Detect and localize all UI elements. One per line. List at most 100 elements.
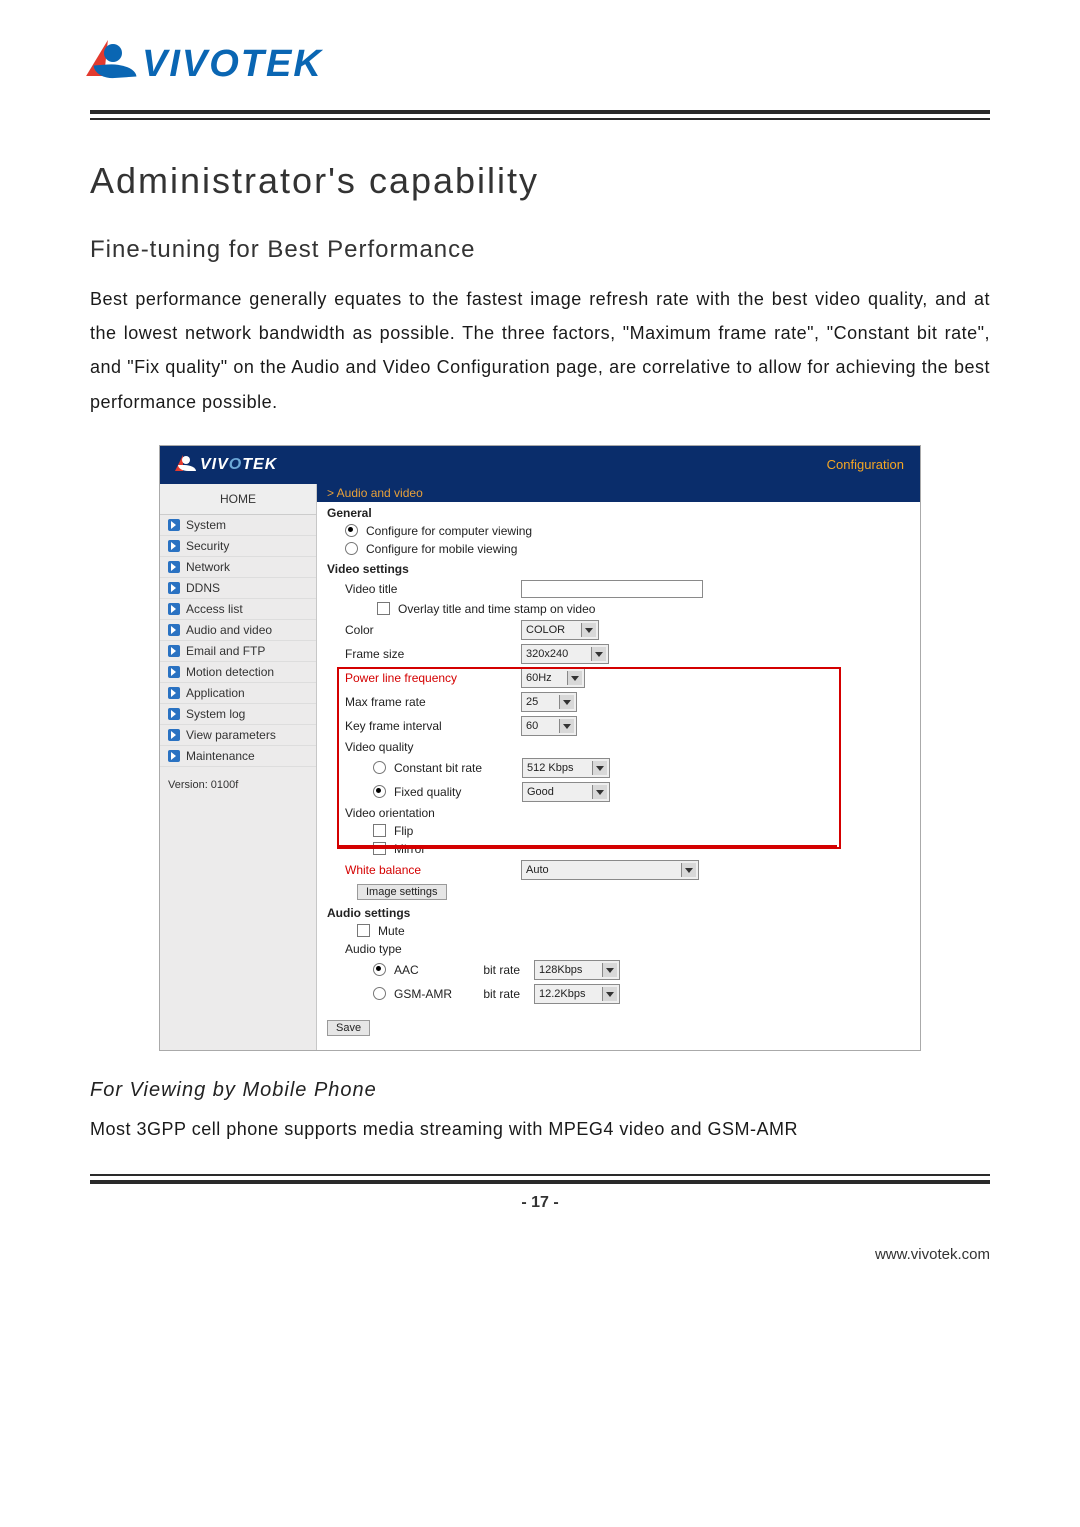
sidebar-item-label: View parameters bbox=[186, 728, 276, 742]
checkbox-label: Mute bbox=[378, 924, 405, 938]
sidebar-item-label: Motion detection bbox=[186, 665, 274, 679]
sidebar-version: Version: 0100f bbox=[160, 767, 316, 803]
select-fixed-quality[interactable]: Good bbox=[522, 782, 610, 802]
sidebar-item-label: Maintenance bbox=[186, 749, 255, 763]
checkbox-icon bbox=[373, 842, 386, 855]
radio-icon bbox=[373, 785, 386, 798]
chevron-down-icon bbox=[559, 719, 574, 733]
checkbox-mirror[interactable]: Mirror bbox=[317, 840, 920, 858]
radio-mobile-viewing[interactable]: Configure for mobile viewing bbox=[317, 540, 920, 558]
section-audio-settings: Audio settings bbox=[317, 902, 920, 922]
arrow-icon bbox=[168, 624, 180, 636]
arrow-icon bbox=[168, 582, 180, 594]
sidebar-item-label: Security bbox=[186, 539, 229, 553]
brand-name: VIVOTEK bbox=[142, 43, 323, 86]
sidebar-item-motion-detection[interactable]: Motion detection bbox=[160, 662, 316, 683]
sidebar-item-view-parameters[interactable]: View parameters bbox=[160, 725, 316, 746]
label-key-frame: Key frame interval bbox=[345, 719, 513, 733]
section-general: General bbox=[317, 502, 920, 522]
select-key-frame[interactable]: 60 bbox=[521, 716, 577, 736]
sidebar-item-ddns[interactable]: DDNS bbox=[160, 578, 316, 599]
sidebar-home[interactable]: HOME bbox=[160, 484, 316, 515]
config-screenshot: VIVOTEK Configuration HOME System Securi… bbox=[159, 445, 921, 1051]
select-gsm-bitrate[interactable]: 12.2Kbps bbox=[534, 984, 620, 1004]
radio-computer-viewing[interactable]: Configure for computer viewing bbox=[317, 522, 920, 540]
label-color: Color bbox=[345, 623, 513, 637]
select-power-line[interactable]: 60Hz bbox=[521, 668, 585, 688]
checkbox-mute[interactable]: Mute bbox=[317, 922, 920, 940]
select-frame-size[interactable]: 320x240 bbox=[521, 644, 609, 664]
sidebar-item-system-log[interactable]: System log bbox=[160, 704, 316, 725]
label-audio-type: Audio type bbox=[345, 942, 513, 956]
checkbox-icon bbox=[373, 824, 386, 837]
arrow-icon bbox=[168, 708, 180, 720]
chevron-down-icon bbox=[581, 623, 596, 637]
sidebar-item-audio-video[interactable]: Audio and video bbox=[160, 620, 316, 641]
label-orientation: Video orientation bbox=[345, 806, 513, 820]
chevron-down-icon bbox=[592, 785, 607, 799]
configuration-link[interactable]: Configuration bbox=[827, 457, 904, 472]
section-subtitle: Fine-tuning for Best Performance bbox=[90, 236, 990, 264]
chevron-down-icon bbox=[567, 671, 582, 685]
sidebar-item-label: Access list bbox=[186, 602, 243, 616]
radio-icon bbox=[373, 963, 386, 976]
label-white-balance: White balance bbox=[345, 863, 513, 877]
label-bit-rate: bit rate bbox=[466, 963, 520, 977]
radio-gsm-amr[interactable]: GSM-AMR bit rate 12.2Kbps bbox=[317, 982, 920, 1006]
radio-fixed-quality[interactable]: Fixed quality Good bbox=[317, 780, 920, 804]
arrow-icon bbox=[168, 603, 180, 615]
sidebar-item-label: Network bbox=[186, 560, 230, 574]
select-white-balance[interactable]: Auto bbox=[521, 860, 699, 880]
select-aac-bitrate[interactable]: 128Kbps bbox=[534, 960, 620, 980]
radio-label: Fixed quality bbox=[394, 785, 514, 799]
chevron-down-icon bbox=[602, 987, 617, 1001]
checkbox-icon bbox=[357, 924, 370, 937]
save-button[interactable]: Save bbox=[327, 1020, 370, 1036]
arrow-icon bbox=[168, 561, 180, 573]
select-color[interactable]: COLOR bbox=[521, 620, 599, 640]
checkbox-flip[interactable]: Flip bbox=[317, 822, 920, 840]
sidebar-item-system[interactable]: System bbox=[160, 515, 316, 536]
arrow-icon bbox=[168, 645, 180, 657]
config-main: > Audio and video General Configure for … bbox=[317, 484, 920, 1050]
radio-label: AAC bbox=[394, 963, 458, 977]
intro-paragraph: Best performance generally equates to th… bbox=[90, 282, 990, 419]
chevron-down-icon bbox=[592, 761, 607, 775]
label-bit-rate: bit rate bbox=[466, 987, 520, 1001]
label-video-quality: Video quality bbox=[345, 740, 513, 754]
sidebar-item-application[interactable]: Application bbox=[160, 683, 316, 704]
checkbox-icon bbox=[377, 602, 390, 615]
radio-label: Configure for computer viewing bbox=[366, 524, 532, 538]
section-video-settings: Video settings bbox=[317, 558, 920, 578]
radio-label: Constant bit rate bbox=[394, 761, 514, 775]
sidebar-item-maintenance[interactable]: Maintenance bbox=[160, 746, 316, 767]
breadcrumb: > Audio and video bbox=[317, 484, 920, 502]
radio-aac[interactable]: AAC bit rate 128Kbps bbox=[317, 958, 920, 982]
brand-logo: VIVOTEK bbox=[90, 40, 990, 88]
select-max-frame[interactable]: 25 bbox=[521, 692, 577, 712]
radio-label: GSM-AMR bbox=[394, 987, 458, 1001]
checkbox-label: Mirror bbox=[394, 842, 425, 856]
sidebar-item-label: Email and FTP bbox=[186, 644, 265, 658]
chevron-down-icon bbox=[602, 963, 617, 977]
label-max-frame: Max frame rate bbox=[345, 695, 513, 709]
sidebar-item-access-list[interactable]: Access list bbox=[160, 599, 316, 620]
select-constant-bit[interactable]: 512 Kbps bbox=[522, 758, 610, 778]
sidebar-item-network[interactable]: Network bbox=[160, 557, 316, 578]
header-rule-thick bbox=[90, 110, 990, 114]
label-video-title: Video title bbox=[345, 582, 513, 596]
sidebar-item-email-ftp[interactable]: Email and FTP bbox=[160, 641, 316, 662]
config-sidebar: HOME System Security Network DDNS Access… bbox=[160, 484, 317, 1050]
radio-constant-bit[interactable]: Constant bit rate 512 Kbps bbox=[317, 756, 920, 780]
input-video-title[interactable] bbox=[521, 580, 703, 598]
footer-url: www.vivotek.com bbox=[90, 1246, 990, 1263]
image-settings-button[interactable]: Image settings bbox=[357, 884, 447, 900]
sidebar-item-security[interactable]: Security bbox=[160, 536, 316, 557]
radio-icon bbox=[373, 987, 386, 1000]
radio-label: Configure for mobile viewing bbox=[366, 542, 517, 556]
footer-rule-thick bbox=[90, 1180, 990, 1184]
brand-mark-icon bbox=[90, 40, 138, 88]
subsection-body: Most 3GPP cell phone supports media stre… bbox=[90, 1112, 990, 1146]
checkbox-overlay[interactable]: Overlay title and time stamp on video bbox=[317, 600, 920, 618]
subsection-title: For Viewing by Mobile Phone bbox=[90, 1079, 990, 1102]
